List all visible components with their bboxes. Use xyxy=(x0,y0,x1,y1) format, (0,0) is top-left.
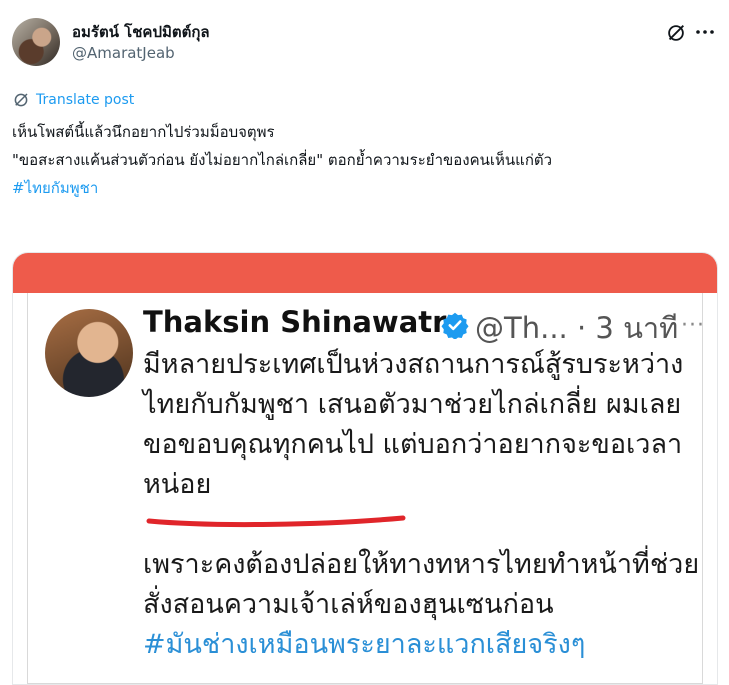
post-line-2: "ขอสะสางแค้นส่วนตัวก่อน ยังไม่อยากไกล่เก… xyxy=(12,151,553,169)
post-text: เห็นโพสต์นี้แล้วนึกอยากไปร่วมม็อบจตุพร "… xyxy=(12,118,717,202)
post-hashtag[interactable]: #ไทยกัมพูชา xyxy=(12,179,98,197)
post-media-image[interactable]: Thaksin Shinawatra @Th... · 3 นาที ··· ม… xyxy=(12,252,718,685)
verified-badge-icon xyxy=(441,312,469,339)
author-display-name[interactable]: อมรัตน์ โชคปมิตต์กุล xyxy=(72,20,210,44)
author-avatar[interactable] xyxy=(12,18,60,66)
screenshot-avatar xyxy=(45,309,133,397)
red-underline-mark xyxy=(146,515,406,528)
translate-post-link[interactable]: Translate post xyxy=(12,90,134,110)
screenshot-body: มีหลายประเทศเป็นห่วงสถานการณ์สู้รบระหว่า… xyxy=(143,345,703,665)
screenshot-more-icon: ··· xyxy=(681,313,705,338)
post-header: อมรัตน์ โชคปมิตต์กุล @AmaratJeab xyxy=(12,18,717,70)
media-top-bar xyxy=(13,253,717,293)
screenshot-name: Thaksin Shinawatra xyxy=(143,305,467,339)
translate-icon xyxy=(14,93,28,107)
screenshot-hashtag: #มันช่างเหมือนพระยาละแวกเสียจริงๆ xyxy=(143,629,586,660)
post-line-1: เห็นโพสต์นี้แล้วนึกอยากไปร่วมม็อบจตุพร xyxy=(12,123,275,141)
screenshot-paragraph-1: มีหลายประเทศเป็นห่วงสถานการณ์สู้รบระหว่า… xyxy=(143,349,684,500)
translate-label[interactable]: Translate post xyxy=(36,92,134,108)
screenshot-paragraph-2: เพราะคงต้องปล่อยให้ทางทหารไทยทำหน้าที่ช่… xyxy=(143,549,700,620)
author-handle[interactable]: @AmaratJeab xyxy=(72,44,175,62)
more-icon[interactable] xyxy=(693,20,717,44)
grok-icon[interactable] xyxy=(665,22,687,44)
